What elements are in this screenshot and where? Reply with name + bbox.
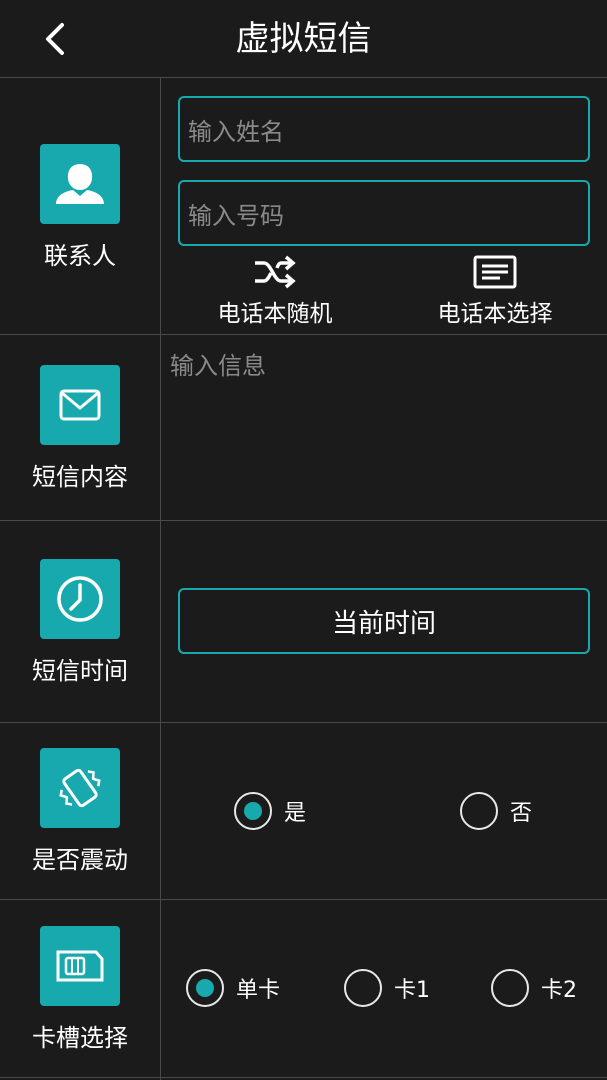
radio-circle xyxy=(344,969,382,1007)
radio-selected-dot xyxy=(196,979,214,997)
vibrate-icon-tile xyxy=(40,748,120,828)
sim-label: 卡槽选择 xyxy=(32,1024,128,1052)
message-input[interactable]: 输入信息 xyxy=(170,346,590,506)
number-input-placeholder: 输入号码 xyxy=(188,201,284,230)
sim-card1-radio[interactable]: 卡1 xyxy=(344,969,430,1007)
radio-label: 单卡 xyxy=(236,978,281,1003)
contact-category: 联系人 xyxy=(0,144,160,271)
column-divider xyxy=(160,78,161,1080)
vibrate-icon xyxy=(59,768,101,808)
radio-circle xyxy=(186,969,224,1007)
vibrate-category: 是否震动 xyxy=(0,748,160,875)
clock-icon xyxy=(57,576,103,622)
app-header: 虚拟短信 xyxy=(0,0,607,78)
sim-card-icon xyxy=(56,950,104,982)
list-icon xyxy=(473,255,517,289)
name-input[interactable]: 输入姓名 xyxy=(178,96,590,162)
vibrate-label: 是否震动 xyxy=(32,846,128,874)
radio-circle xyxy=(234,792,272,830)
radio-label: 是 xyxy=(284,801,307,826)
contact-label: 联系人 xyxy=(44,242,116,270)
vibrate-yes-radio[interactable]: 是 xyxy=(234,792,306,830)
contact-icon-tile xyxy=(40,144,120,224)
sim-card2-radio[interactable]: 卡2 xyxy=(491,969,577,1007)
phonebook-select-label: 电话本选择 xyxy=(437,301,553,327)
message-label: 短信内容 xyxy=(32,463,128,491)
sim-icon-tile xyxy=(40,926,120,1006)
message-icon-tile xyxy=(40,365,120,445)
back-button[interactable] xyxy=(30,14,80,64)
back-arrow-icon xyxy=(46,23,64,55)
time-icon-tile xyxy=(40,559,120,639)
name-input-placeholder: 输入姓名 xyxy=(188,117,284,146)
radio-selected-dot xyxy=(244,802,262,820)
time-label: 短信时间 xyxy=(32,657,128,685)
page-title: 虚拟短信 xyxy=(235,19,372,59)
shuffle-icon xyxy=(255,255,296,289)
radio-label: 卡2 xyxy=(541,978,577,1003)
message-category: 短信内容 xyxy=(0,365,160,492)
radio-circle xyxy=(491,969,529,1007)
radio-label: 卡1 xyxy=(394,978,430,1003)
phonebook-random-label: 电话本随机 xyxy=(217,301,333,327)
phonebook-select-button[interactable]: 电话本选择 xyxy=(425,254,565,328)
phonebook-random-button[interactable]: 电话本随机 xyxy=(205,254,345,328)
radio-label: 否 xyxy=(510,801,533,826)
current-time-button[interactable]: 当前时间 xyxy=(178,588,590,654)
number-input[interactable]: 输入号码 xyxy=(178,180,590,246)
envelope-icon xyxy=(59,389,101,421)
person-icon xyxy=(56,164,104,204)
radio-circle xyxy=(460,792,498,830)
sim-single-radio[interactable]: 单卡 xyxy=(186,969,280,1007)
time-category: 短信时间 xyxy=(0,559,160,686)
sim-category: 卡槽选择 xyxy=(0,926,160,1053)
vibrate-no-radio[interactable]: 否 xyxy=(460,792,532,830)
